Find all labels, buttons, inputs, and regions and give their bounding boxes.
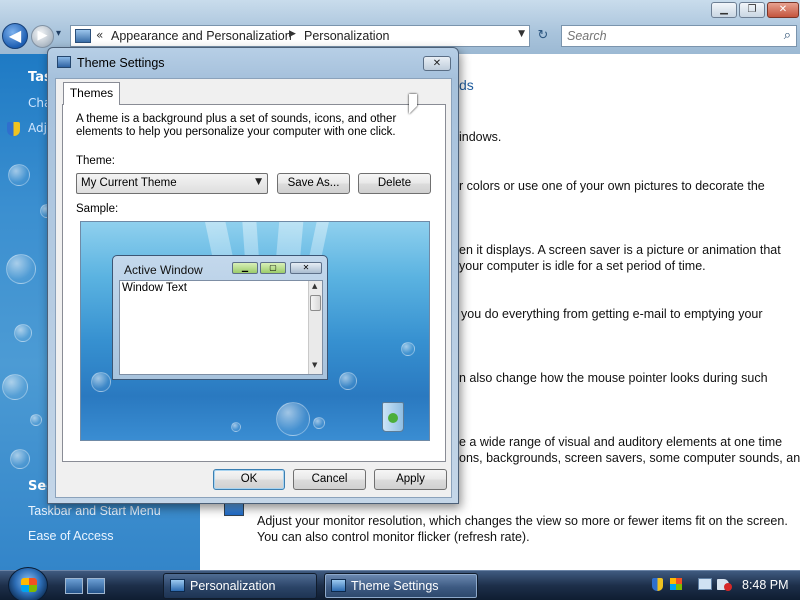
start-button[interactable] (8, 567, 48, 600)
recycle-bin-icon (382, 402, 404, 432)
cancel-button[interactable]: Cancel (293, 469, 366, 490)
water-bubble (313, 417, 325, 429)
taskbar-item-label: Theme Settings (351, 579, 439, 593)
theme-dropdown[interactable]: My Current Theme ▼ (76, 173, 268, 194)
theme-dropdown-value: My Current Theme (81, 177, 177, 189)
forward-button[interactable]: ▶ (31, 25, 54, 48)
mouse-pointer-icon (409, 94, 417, 114)
dialog-title: Theme Settings (77, 56, 165, 70)
show-desktop-icon[interactable] (65, 578, 83, 594)
theme-settings-icon (57, 56, 71, 68)
search-icon[interactable]: ⌕ (784, 28, 791, 43)
display-settings-description: You can also control monitor flicker (re… (257, 530, 530, 544)
address-bar[interactable]: « Appearance and Personalization ▶ Perso… (70, 25, 530, 47)
description-fragment: ons, backgrounds, screen savers, some co… (459, 451, 800, 465)
sample-close-icon: ✕ (290, 262, 322, 274)
mute-indicator-icon (724, 583, 732, 591)
taskbar-item-personalization[interactable]: Personalization (163, 573, 317, 599)
description-fragment: e a wide range of visual and auditory el… (459, 435, 783, 449)
water-bubble (91, 372, 111, 392)
water-bubble (231, 422, 241, 432)
see-also-ease-of-access-link[interactable]: Ease of Access (28, 529, 113, 543)
taskbar: Personalization Theme Settings 8:48 PM (0, 567, 800, 600)
theme-description: A theme is a background plus a set of so… (76, 113, 397, 138)
maximize-button[interactable]: ❐ (739, 2, 765, 18)
minimize-button[interactable]: ▁ (711, 2, 737, 18)
scroll-up-icon: ▲ (312, 282, 318, 290)
refresh-button[interactable]: ↻ (533, 26, 553, 46)
recent-pages-button[interactable]: ▾ (56, 28, 61, 39)
water-bubble (30, 414, 42, 426)
description-fragment: your computer is idle for a set period o… (459, 259, 706, 273)
sample-window-client: Window Text ▲ ▼ (119, 280, 323, 375)
control-panel-icon (170, 579, 185, 592)
address-dropdown-icon[interactable]: ▼ (518, 29, 525, 39)
breadcrumb-separator-icon[interactable]: ▶ (289, 29, 296, 39)
control-panel-toolbar: ▁ ❐ ✕ ◀ ▶ ▾ « Appearance and Personaliza… (0, 0, 800, 54)
taskbar-item-label: Personalization (190, 579, 276, 593)
taskbar-item-theme-settings[interactable]: Theme Settings (324, 573, 478, 599)
task-link-adjust[interactable]: Adj (28, 121, 47, 135)
apply-button[interactable]: Apply (374, 469, 447, 490)
sample-window-text: Window Text (122, 282, 187, 294)
dialog-close-button[interactable]: ✕ (423, 56, 451, 71)
chevron-down-icon: ▼ (255, 177, 262, 187)
water-bubble (14, 324, 32, 342)
description-fragment: n also change how the mouse pointer look… (459, 371, 768, 385)
notification-area: 8:48 PM (646, 573, 796, 599)
save-as-button[interactable]: Save As... (277, 173, 350, 194)
delete-button[interactable]: Delete (358, 173, 431, 194)
windows-logo-icon (21, 578, 37, 592)
clock[interactable]: 8:48 PM (742, 578, 789, 592)
search-input[interactable] (567, 29, 767, 43)
water-bubble (401, 342, 415, 356)
sample-scrollbar: ▲ ▼ (308, 281, 322, 374)
water-bubble (2, 374, 28, 400)
display-settings-description: Adjust your monitor resolution, which ch… (257, 514, 788, 528)
network-icon[interactable] (698, 578, 712, 590)
security-shield-icon[interactable] (652, 578, 663, 591)
uac-shield-icon (7, 122, 20, 136)
water-bubble (8, 164, 30, 186)
sample-minimize-icon: ▁ (232, 262, 258, 274)
dialog-body: Themes A theme is a background plus a se… (55, 78, 452, 498)
water-bubble (276, 402, 310, 436)
description-fragment: r colors or use one of your own pictures… (459, 179, 765, 193)
scroll-down-icon: ▼ (312, 361, 318, 369)
water-bubble (6, 254, 36, 284)
tab-themes[interactable]: Themes (63, 82, 120, 105)
theme-settings-dialog: Theme Settings ✕ Themes A theme is a bac… (47, 47, 459, 504)
breadcrumb-personalization[interactable]: Personalization (304, 29, 389, 43)
address-overflow-chevron[interactable]: « (96, 28, 103, 42)
breadcrumb-appearance[interactable]: Appearance and Personalization (111, 29, 292, 43)
sample-maximize-icon: ▢ (260, 262, 286, 274)
ok-button[interactable]: OK (213, 469, 285, 490)
sample-active-window: Active Window ▁ ▢ ✕ Window Text ▲ ▼ (112, 255, 328, 380)
close-button[interactable]: ✕ (767, 2, 799, 18)
water-bubble (10, 449, 30, 469)
water-bubble (339, 372, 357, 390)
control-panel-icon (75, 29, 91, 43)
theme-sample-preview: Active Window ▁ ▢ ✕ Window Text ▲ ▼ (80, 221, 430, 441)
search-box[interactable]: ⌕ (561, 25, 797, 47)
page-heading-fragment: ds (459, 77, 474, 93)
description-fragment: en it displays. A screen saver is a pict… (459, 243, 781, 257)
switch-windows-icon[interactable] (87, 578, 105, 594)
sample-label: Sample: (76, 203, 119, 215)
back-button[interactable]: ◀ (2, 23, 28, 49)
theme-settings-icon (331, 579, 346, 592)
description-fragment: indows. (459, 130, 502, 144)
windows-flag-icon[interactable] (670, 578, 682, 590)
themes-tab-panel: A theme is a background plus a set of so… (62, 104, 446, 462)
scroll-thumb (310, 295, 321, 311)
see-also-taskbar-link[interactable]: Taskbar and Start Menu (28, 504, 161, 518)
description-fragment: you do everything from getting e-mail to… (461, 307, 763, 321)
sample-window-title: Active Window (124, 263, 203, 277)
theme-label: Theme: (76, 155, 115, 167)
